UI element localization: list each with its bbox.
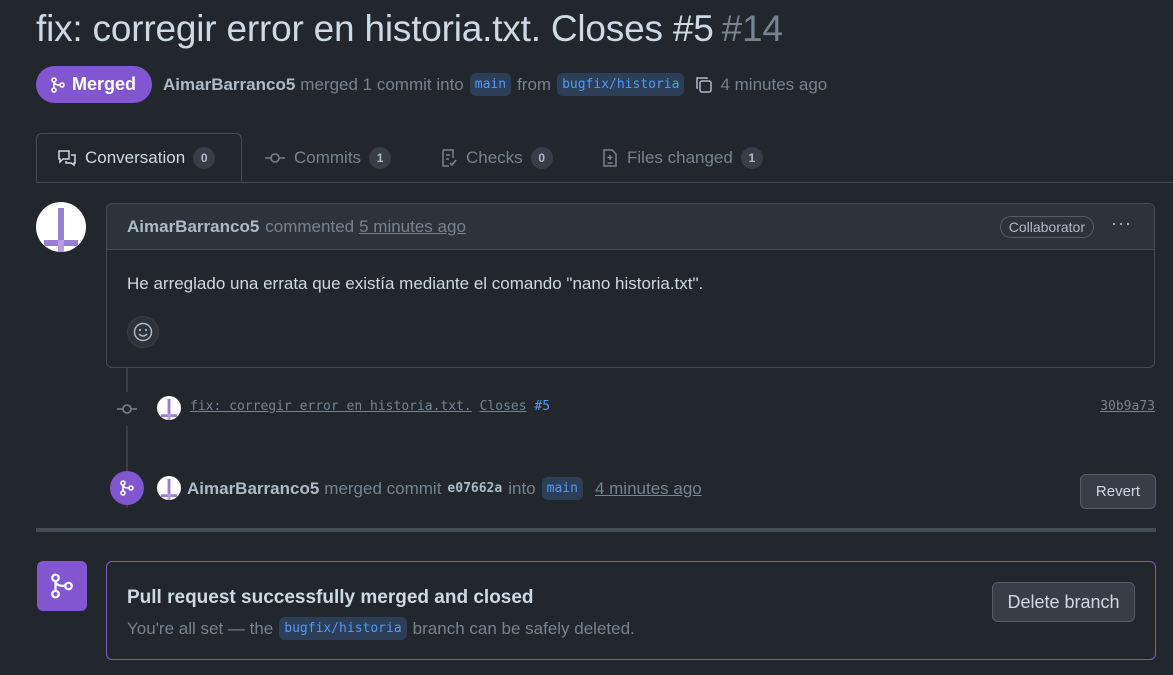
merge-target-branch[interactable]: main <box>541 477 583 500</box>
merge-sub-after: branch can be safely deleted. <box>412 618 635 638</box>
merge-author[interactable]: AimarBarranco5 <box>187 479 319 499</box>
comment-header: AimarBarranco5 commented 5 minutes ago C… <box>107 204 1154 250</box>
pr-title: fix: corregir error en historia.txt. Clo… <box>36 8 714 49</box>
checklist-icon <box>442 149 457 167</box>
git-merge-icon <box>51 76 65 93</box>
merge-event-text: merged commit <box>324 478 442 498</box>
tab-checks-count: 0 <box>530 147 553 169</box>
base-branch[interactable]: main <box>469 73 512 96</box>
revert-button[interactable]: Revert <box>1080 474 1156 509</box>
pr-meta: Merged AimarBarranco5 merged 1 commit in… <box>36 66 827 103</box>
merge-event-time[interactable]: 4 minutes ago <box>595 479 702 499</box>
merge-into-text: into <box>508 478 536 498</box>
tab-commits-count: 1 <box>369 147 392 169</box>
commit-sha[interactable]: 30b9a73 <box>1100 399 1155 414</box>
tab-checks-label: Checks <box>466 148 523 167</box>
merge-avatar[interactable] <box>157 476 181 500</box>
tab-commits-label: Commits <box>294 148 362 167</box>
merge-event: AimarBarranco5 merged commit e07662a int… <box>187 477 702 500</box>
pr-number: #14 <box>721 8 783 49</box>
add-reaction-button[interactable] <box>127 316 159 348</box>
comment-box: AimarBarranco5 commented 5 minutes ago C… <box>106 203 1155 368</box>
tab-checks[interactable]: Checks 0 <box>440 133 553 183</box>
commit-message: fix: corregir error en historia.txt. Clo… <box>190 399 550 414</box>
smiley-icon <box>133 322 153 342</box>
tab-conversation[interactable]: Conversation 0 <box>36 133 242 182</box>
copy-icon[interactable] <box>694 75 714 95</box>
issue-link[interactable]: #5 <box>534 399 550 414</box>
commit-timeline-icon <box>110 392 144 426</box>
tab-conversation-label: Conversation <box>85 147 186 167</box>
commit-avatar[interactable] <box>157 396 181 420</box>
comment-time[interactable]: 5 minutes ago <box>359 217 466 237</box>
comment-discussion-icon <box>58 149 76 166</box>
merge-status-box: Pull request successfully merged and clo… <box>106 561 1156 660</box>
merge-status-subtitle: You're all set — the bugfix/historia bra… <box>127 617 635 640</box>
git-commit-icon <box>265 153 285 163</box>
pr-author-link[interactable]: AimarBarranco5 <box>163 75 295 95</box>
merged-state-badge: Merged <box>36 66 153 103</box>
merge-sub-before: You're all set — the <box>127 618 274 638</box>
merge-status-title: Pull request successfully merged and clo… <box>127 587 534 608</box>
pr-time: 4 minutes ago <box>720 74 828 94</box>
comment-body: He arreglado una errata que existía medi… <box>127 274 704 293</box>
merge-status-icon <box>37 561 87 611</box>
tab-files-changed[interactable]: Files changed 1 <box>601 133 763 183</box>
tab-commits[interactable]: Commits 1 <box>264 133 392 183</box>
tab-files-count: 1 <box>740 147 763 169</box>
comment-action: commented <box>265 216 355 236</box>
delete-branch-button[interactable]: Delete branch <box>992 582 1135 622</box>
tab-conversation-count: 0 <box>193 146 216 169</box>
kebab-menu-icon[interactable]: ··· <box>1111 213 1132 234</box>
pr-title-row: fix: corregir error en historia.txt. Clo… <box>36 8 783 50</box>
merge-box-branch[interactable]: bugfix/historia <box>279 617 407 640</box>
tab-files-label: Files changed <box>627 148 733 167</box>
file-diff-icon <box>603 149 617 167</box>
avatar[interactable] <box>36 202 86 252</box>
collaborator-badge: Collaborator <box>999 216 1094 238</box>
timeline-separator <box>36 528 1156 532</box>
merge-event-icon <box>110 471 144 505</box>
commit-closes-link[interactable]: Closes <box>480 399 527 414</box>
from-text: from <box>517 74 552 94</box>
commit-message-link[interactable]: fix: corregir error en historia.txt. <box>190 399 472 414</box>
comment-author[interactable]: AimarBarranco5 <box>127 217 259 237</box>
merge-text: merged 1 commit into <box>300 74 464 94</box>
merged-label: Merged <box>72 74 137 94</box>
pr-tabs: Conversation 0 Commits 1 Checks 0 Files … <box>36 133 1173 183</box>
head-branch[interactable]: bugfix/historia <box>557 73 685 96</box>
merge-commit-sha[interactable]: e07662a <box>447 481 502 496</box>
